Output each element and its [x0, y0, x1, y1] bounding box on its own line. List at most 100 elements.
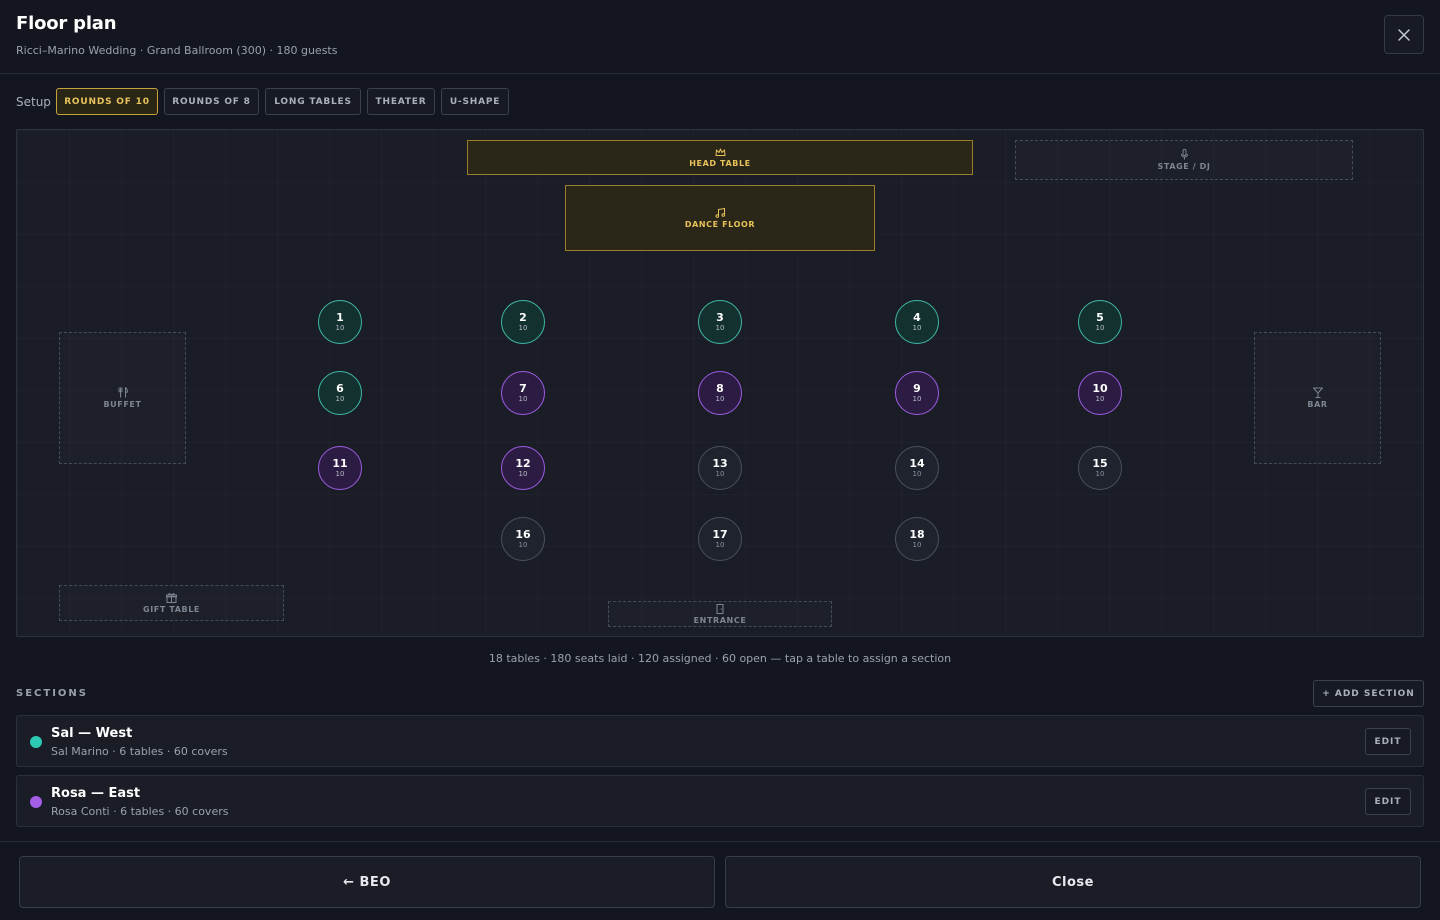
table-8[interactable]: 8 10	[698, 371, 742, 415]
table-number: 5	[1096, 311, 1104, 324]
section-row-sal-west[interactable]: Sal — West Sal Marino · 6 tables · 60 co…	[16, 715, 1424, 767]
zone-label: ENTRANCE	[693, 615, 747, 625]
table-number: 3	[716, 311, 724, 324]
zone-dance-floor[interactable]: DANCE FLOOR	[565, 185, 875, 251]
modal-footer: ← BEO Close	[0, 841, 1440, 920]
setup-label: Setup	[16, 95, 51, 109]
table-seat-count: 10	[518, 541, 528, 549]
table-seat-count: 10	[335, 324, 345, 332]
zone-label: STAGE / DJ	[1157, 162, 1211, 171]
table-3[interactable]: 3 10	[698, 300, 742, 344]
table-5[interactable]: 5 10	[1078, 300, 1122, 344]
fork-knife-icon	[118, 387, 128, 398]
zone-head-table[interactable]: HEAD TABLE	[467, 140, 973, 175]
floor-summary: 18 tables · 180 seats laid · 120 assigne…	[488, 652, 952, 665]
table-number: 16	[515, 528, 531, 541]
table-number: 13	[712, 457, 728, 470]
modal-header: Floor plan Ricci–Marino Wedding · Grand …	[0, 0, 1440, 74]
table-number: 11	[332, 457, 348, 470]
table-seat-count: 10	[518, 324, 528, 332]
table-number: 17	[712, 528, 728, 541]
table-number: 4	[913, 311, 921, 324]
event-subtitle: Ricci–Marino Wedding · Grand Ballroom (3…	[16, 44, 338, 57]
section-color-dot	[30, 796, 42, 808]
zone-label: BAR	[1307, 400, 1328, 409]
table-9[interactable]: 9 10	[895, 371, 939, 415]
zone-label: BUFFET	[103, 400, 142, 409]
edit-section-button[interactable]: EDIT	[1365, 788, 1411, 815]
zone-stage-dj[interactable]: STAGE / DJ	[1015, 140, 1353, 180]
table-15[interactable]: 15 10	[1078, 446, 1122, 490]
table-seat-count: 10	[715, 470, 725, 478]
table-number: 10	[1092, 382, 1108, 395]
table-number: 9	[913, 382, 921, 395]
setup-option-long-tables[interactable]: LONG TABLES	[265, 88, 361, 115]
section-row-rosa-east[interactable]: Rosa — East Rosa Conti · 6 tables · 60 c…	[16, 775, 1424, 827]
table-seat-count: 10	[1095, 324, 1105, 332]
microphone-icon	[1180, 149, 1188, 160]
table-number: 2	[519, 311, 527, 324]
section-color-dot	[30, 736, 42, 748]
table-4[interactable]: 4 10	[895, 300, 939, 344]
table-11[interactable]: 11 10	[318, 446, 362, 490]
music-note-icon	[715, 207, 725, 218]
table-seat-count: 10	[1095, 470, 1105, 478]
section-meta: Sal Marino · 6 tables · 60 covers	[51, 745, 228, 758]
table-seat-count: 10	[715, 395, 725, 403]
table-1[interactable]: 1 10	[318, 300, 362, 344]
table-seat-count: 10	[715, 324, 725, 332]
sections-heading: SECTIONS	[16, 688, 88, 699]
table-seat-count: 10	[912, 324, 922, 332]
table-12[interactable]: 12 10	[501, 446, 545, 490]
table-14[interactable]: 14 10	[895, 446, 939, 490]
table-6[interactable]: 6 10	[318, 371, 362, 415]
gift-icon	[166, 592, 177, 603]
setup-option-u-shape[interactable]: U-SHAPE	[441, 88, 509, 115]
table-13[interactable]: 13 10	[698, 446, 742, 490]
section-name: Rosa — East	[51, 786, 141, 801]
add-section-button[interactable]: + ADD SECTION	[1313, 680, 1424, 707]
table-seat-count: 10	[335, 395, 345, 403]
zone-label: DANCE FLOOR	[684, 219, 756, 229]
table-2[interactable]: 2 10	[501, 300, 545, 344]
table-number: 14	[909, 457, 925, 470]
table-seat-count: 10	[715, 541, 725, 549]
table-10[interactable]: 10 10	[1078, 371, 1122, 415]
table-seat-count: 10	[1095, 395, 1105, 403]
back-to-beo-button[interactable]: ← BEO	[19, 856, 715, 908]
table-seat-count: 10	[912, 541, 922, 549]
setup-option-rounds-of-8[interactable]: ROUNDS OF 8	[164, 88, 259, 115]
table-number: 7	[519, 382, 527, 395]
table-seat-count: 10	[912, 470, 922, 478]
table-number: 18	[909, 528, 925, 541]
zone-buffet[interactable]: BUFFET	[59, 332, 186, 464]
close-footer-button[interactable]: Close	[725, 856, 1421, 908]
crown-icon	[715, 148, 725, 156]
section-name: Sal — West	[51, 726, 133, 741]
table-seat-count: 10	[518, 470, 528, 478]
table-17[interactable]: 17 10	[698, 517, 742, 561]
table-number: 1	[336, 311, 344, 324]
zone-bar[interactable]: BAR	[1254, 332, 1381, 464]
zone-entrance[interactable]: ENTRANCE	[608, 601, 832, 627]
setup-option-theater[interactable]: THEATER	[367, 88, 435, 115]
floor-plan-canvas[interactable]: HEAD TABLE STAGE / DJ DANCE FLOOR BUFFET…	[16, 129, 1424, 637]
table-seat-count: 10	[518, 395, 528, 403]
section-meta: Rosa Conti · 6 tables · 60 covers	[51, 805, 229, 818]
setup-option-rounds-of-10[interactable]: ROUNDS OF 10	[56, 88, 158, 115]
edit-section-button[interactable]: EDIT	[1365, 728, 1411, 755]
table-18[interactable]: 18 10	[895, 517, 939, 561]
zone-gift-table[interactable]: GIFT TABLE	[59, 585, 284, 621]
table-7[interactable]: 7 10	[501, 371, 545, 415]
zone-label: GIFT TABLE	[143, 604, 200, 614]
table-number: 6	[336, 382, 344, 395]
door-icon	[716, 603, 724, 614]
table-number: 12	[515, 457, 531, 470]
table-seat-count: 10	[335, 470, 345, 478]
page-title: Floor plan	[16, 13, 117, 34]
close-icon	[1398, 28, 1410, 41]
table-number: 8	[716, 382, 724, 395]
table-16[interactable]: 16 10	[501, 517, 545, 561]
table-number: 15	[1092, 457, 1108, 470]
close-button[interactable]	[1384, 15, 1424, 54]
